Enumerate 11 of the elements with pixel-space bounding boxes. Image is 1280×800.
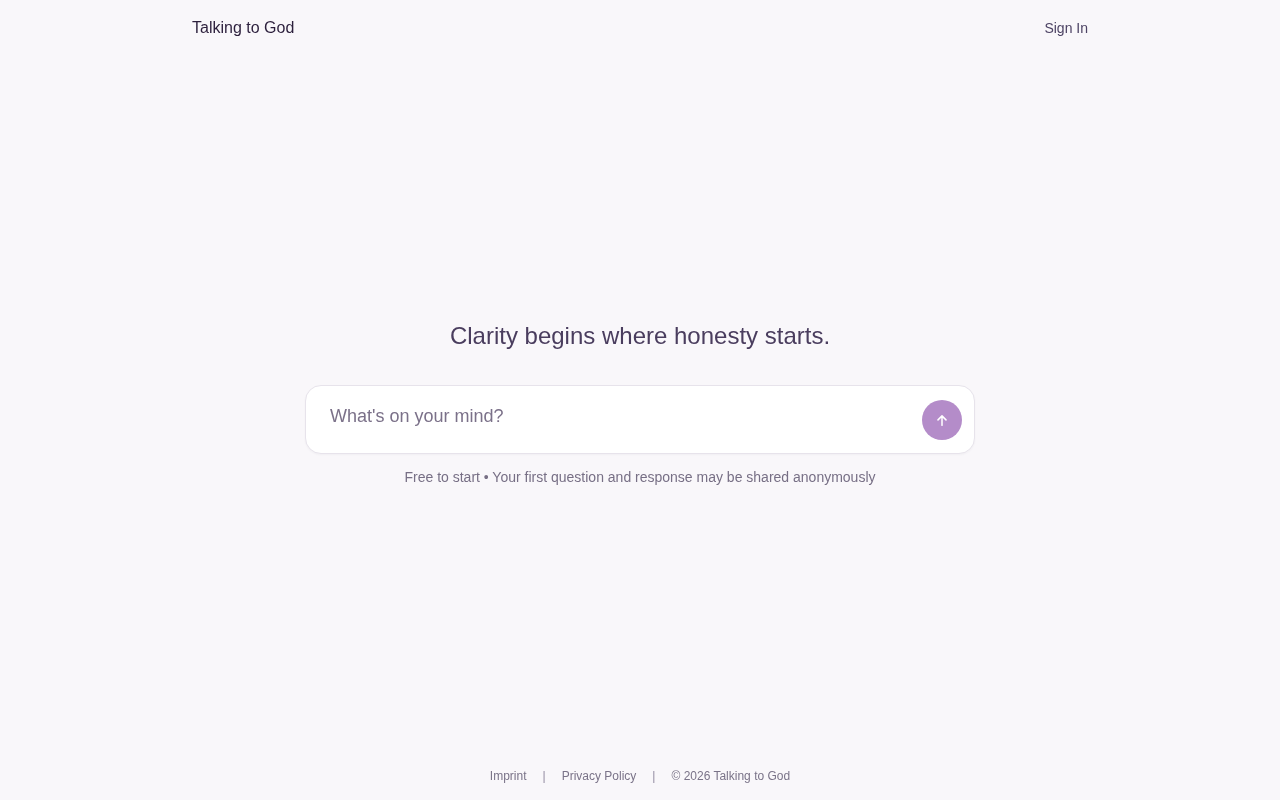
brand-link[interactable]: Talking to God xyxy=(192,19,295,37)
sign-in-link[interactable]: Sign In xyxy=(1044,20,1088,36)
footer-separator: | xyxy=(652,769,656,783)
footer-link[interactable]: Privacy Policy xyxy=(561,769,637,783)
footer-separator: | xyxy=(542,769,546,783)
arrow-up-icon xyxy=(937,414,947,426)
copyright-text: © 2026 Talking to God xyxy=(671,769,791,783)
hero-heading: Clarity begins where honesty starts. xyxy=(449,321,831,351)
send-button[interactable] xyxy=(922,400,962,440)
disclaimer-text: Free to start • Your first question and response may be shared anonymously xyxy=(404,468,876,487)
footer-link[interactable]: Imprint xyxy=(489,769,527,783)
